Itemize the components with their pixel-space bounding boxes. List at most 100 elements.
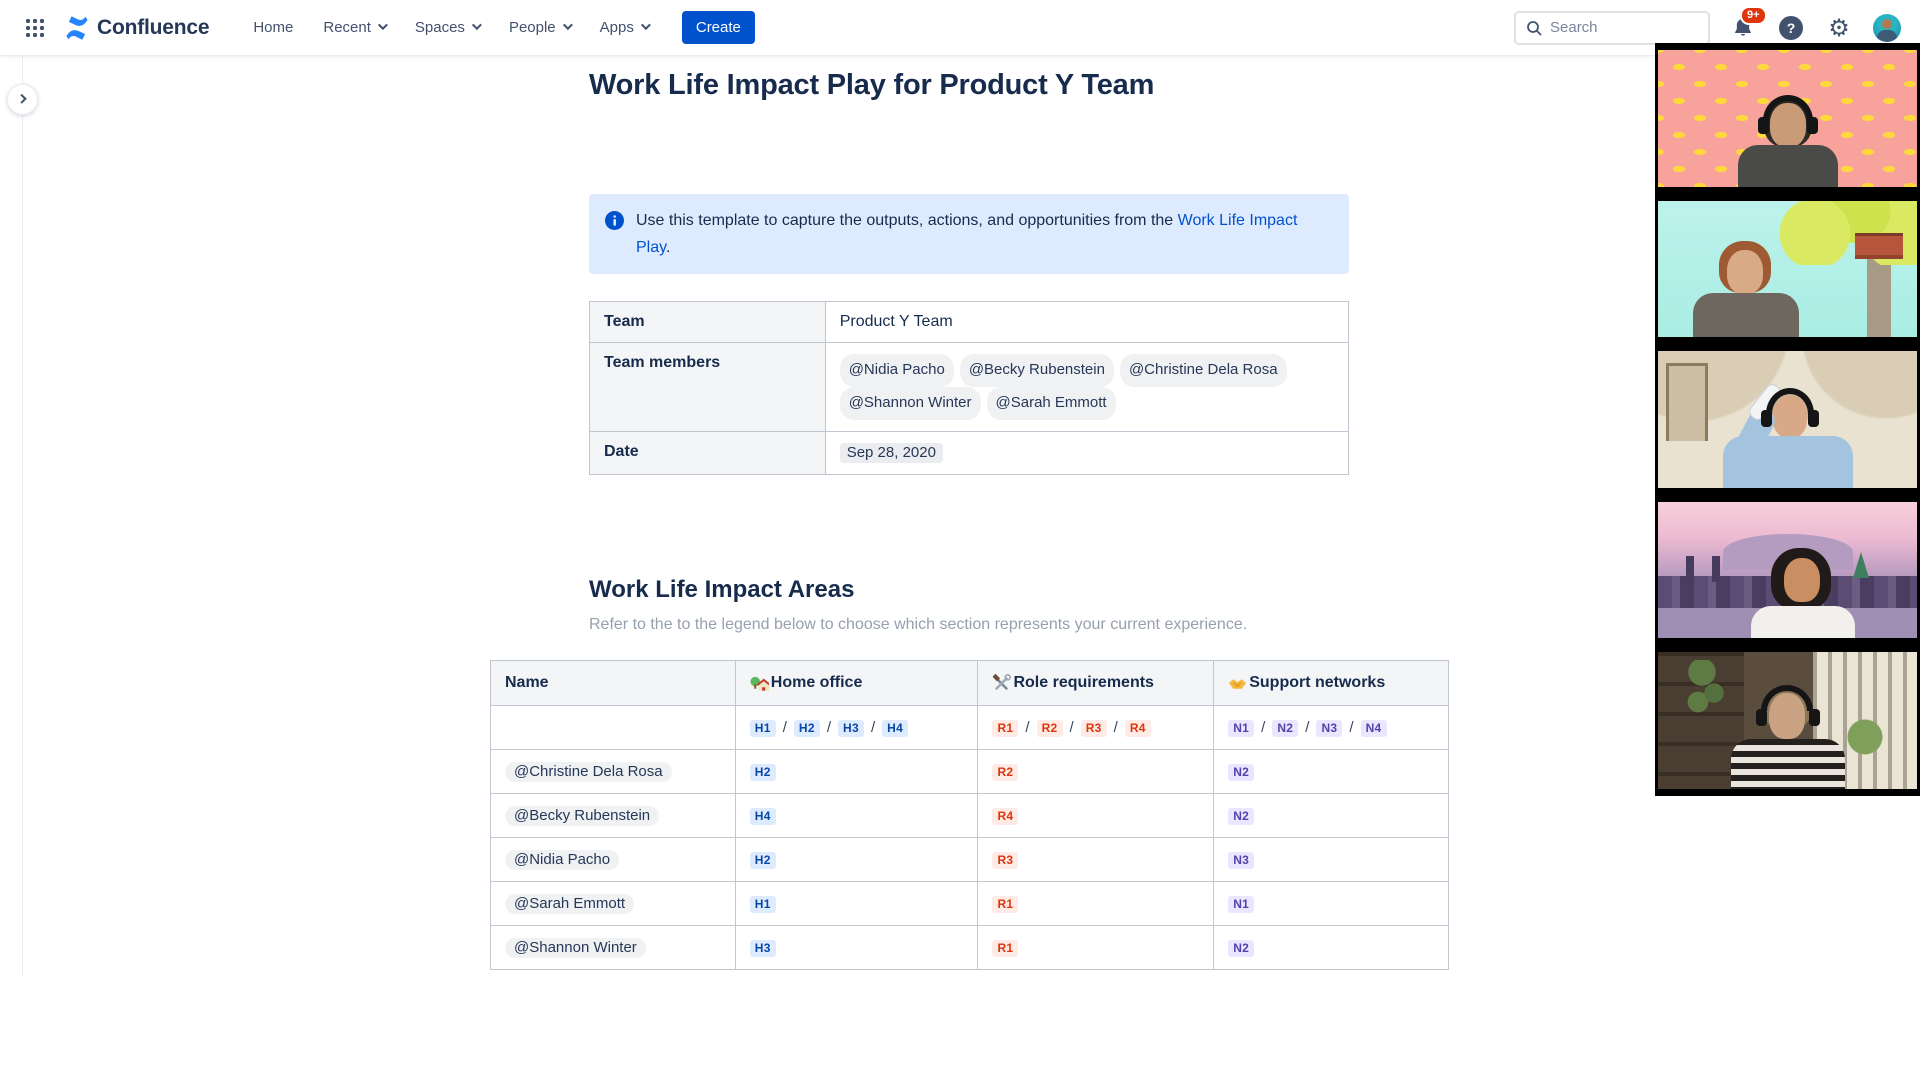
legend-cell-home: H1 / H2 / H3 / H4 [734,705,979,750]
nav-item-label: Spaces [414,19,465,36]
table-row: @Becky Rubenstein H4 R4 N2 [490,793,1449,838]
nav-item-people[interactable]: People [497,11,582,44]
create-button[interactable]: Create [681,11,755,44]
legend-separator: / [1349,718,1354,736]
status-lozenge: N2 [1228,807,1255,825]
date-label-cell: Date [589,431,826,475]
role-value-cell: R3 [977,837,1215,882]
person-silhouette [1691,241,1801,338]
home-value-cell: H4 [734,793,979,838]
header-support-networks: Support networks [1213,660,1449,706]
header-label: Name [505,674,549,691]
nav-item-spaces[interactable]: Spaces [403,11,491,44]
notifications-button[interactable]: 9+ [1728,5,1767,43]
table-row: @Sarah Emmott H1 R1 N1 [490,881,1449,926]
page-title: Work Life Impact Play for Product Y Team [589,69,1155,101]
sidebar-expand-button[interactable] [7,84,38,115]
mention-pill[interactable]: @Nidia Pacho [505,849,620,870]
team-members-cell: @Nidia Pacho @Becky Rubenstein @Christine … [824,342,1350,432]
mention-pill[interactable]: @Nidia Pacho [839,354,954,387]
nav-item-apps[interactable]: Apps [588,11,660,44]
search-box[interactable] [1514,10,1710,45]
info-icon [605,211,624,230]
mention-pill[interactable]: @Sarah Emmott [505,893,635,914]
participant-video [1658,351,1917,488]
confluence-logo[interactable]: Confluence [60,15,219,41]
mention-pill[interactable]: @Sarah Emmott [986,387,1116,420]
role-value-cell: R4 [977,793,1215,838]
date-pill[interactable]: Sep 28, 2020 [839,443,943,463]
status-lozenge: H2 [749,763,776,781]
legend-separator: / [1069,718,1074,736]
section-heading: Work Life Impact Areas [589,576,855,603]
date-value-cell: Sep 28, 2020 [824,431,1350,475]
header-name: Name [490,660,736,706]
legend-separator: / [1305,718,1310,736]
legend-separator: / [782,718,787,736]
grid-icon [26,18,44,37]
brand-wordmark: Confluence [97,15,210,39]
table-row: Team members @Nidia Pacho @Becky Rubenste… [589,342,1350,432]
mention-pill[interactable]: @Becky Rubenstein [505,805,660,826]
info-panel: Use this template to capture the outputs… [589,194,1349,274]
chevron-down-icon [471,19,482,30]
mention-pill[interactable]: @Shannon Winter [505,937,646,958]
header-role-requirements: Role requirements [977,660,1215,706]
search-input[interactable] [1550,19,1680,36]
mention-pill[interactable]: @Shannon Winter [839,387,981,420]
role-value-cell: R1 [977,925,1215,970]
status-lozenge: R1 [992,895,1019,913]
app-switcher-icon[interactable] [18,11,52,45]
chevron-down-icon [640,19,651,30]
legend-lozenge: R2 [1036,719,1063,737]
table-row: @Nidia Pacho H2 R3 N3 [490,837,1449,882]
video-participant-4[interactable] [1655,494,1920,646]
member-name-cell: @Shannon Winter [490,925,736,970]
network-value-cell: N2 [1213,749,1449,794]
notification-count-badge: 9+ [1740,5,1767,25]
video-participant-2[interactable] [1655,193,1920,345]
gear-icon: ⚙ [1828,13,1850,42]
mention-pill[interactable]: @Christine Dela Rosa [505,761,672,782]
legend-separator: / [826,718,832,736]
status-lozenge: R4 [992,807,1019,825]
person-silhouette [1743,548,1863,639]
legend-lozenge: N3 [1316,719,1343,737]
table-row: @Shannon Winter H3 R1 N2 [490,925,1449,970]
profile-button[interactable] [1872,13,1902,43]
participant-video [1658,50,1917,187]
status-lozenge: H1 [749,895,776,913]
chevron-down-icon [377,19,388,30]
settings-button[interactable]: ⚙ [1824,13,1854,43]
doorway-background [1666,363,1708,442]
info-text-before: Use this template to capture the outputs… [636,212,1178,229]
help-button[interactable]: ? [1776,13,1806,43]
home-emoji-icon [750,676,769,691]
nav-item-recent[interactable]: Recent [311,11,397,44]
nav-item-label: Recent [323,19,371,36]
tools-emoji-icon [993,673,1012,690]
table-header-row: Name Home office Role requirements Suppo… [490,660,1449,706]
participant-video [1658,200,1917,338]
table-row: @Christine Dela Rosa H2 R2 N2 [490,749,1449,794]
mention-pill[interactable]: @Becky Rubenstein [959,354,1114,387]
legend-separator: / [1025,718,1030,736]
nav-item-label: Home [253,19,294,36]
mention-pill[interactable]: @Christine Dela Rosa [1119,354,1287,387]
avatar [1873,13,1901,42]
top-navigation: Confluence Home Recent Spaces People App… [0,0,1920,56]
participant-video [1658,501,1917,639]
search-icon [1527,20,1542,35]
home-value-cell: H2 [734,749,979,794]
legend-lozenge: N4 [1360,719,1387,737]
home-value-cell: H3 [734,925,979,970]
handshake-emoji-icon [1229,678,1247,689]
status-lozenge: N3 [1228,851,1255,869]
legend-separator: / [1113,718,1118,736]
nav-item-home[interactable]: Home [241,11,305,44]
legend-row: H1 / H2 / H3 / H4 R1 / R2 / R3 / R4 N1 / N2 / N3 / N4 [490,705,1449,750]
video-participant-1[interactable] [1655,43,1920,194]
video-participant-5[interactable] [1655,645,1920,796]
video-participant-3[interactable] [1655,344,1920,495]
status-lozenge: R3 [992,851,1019,869]
